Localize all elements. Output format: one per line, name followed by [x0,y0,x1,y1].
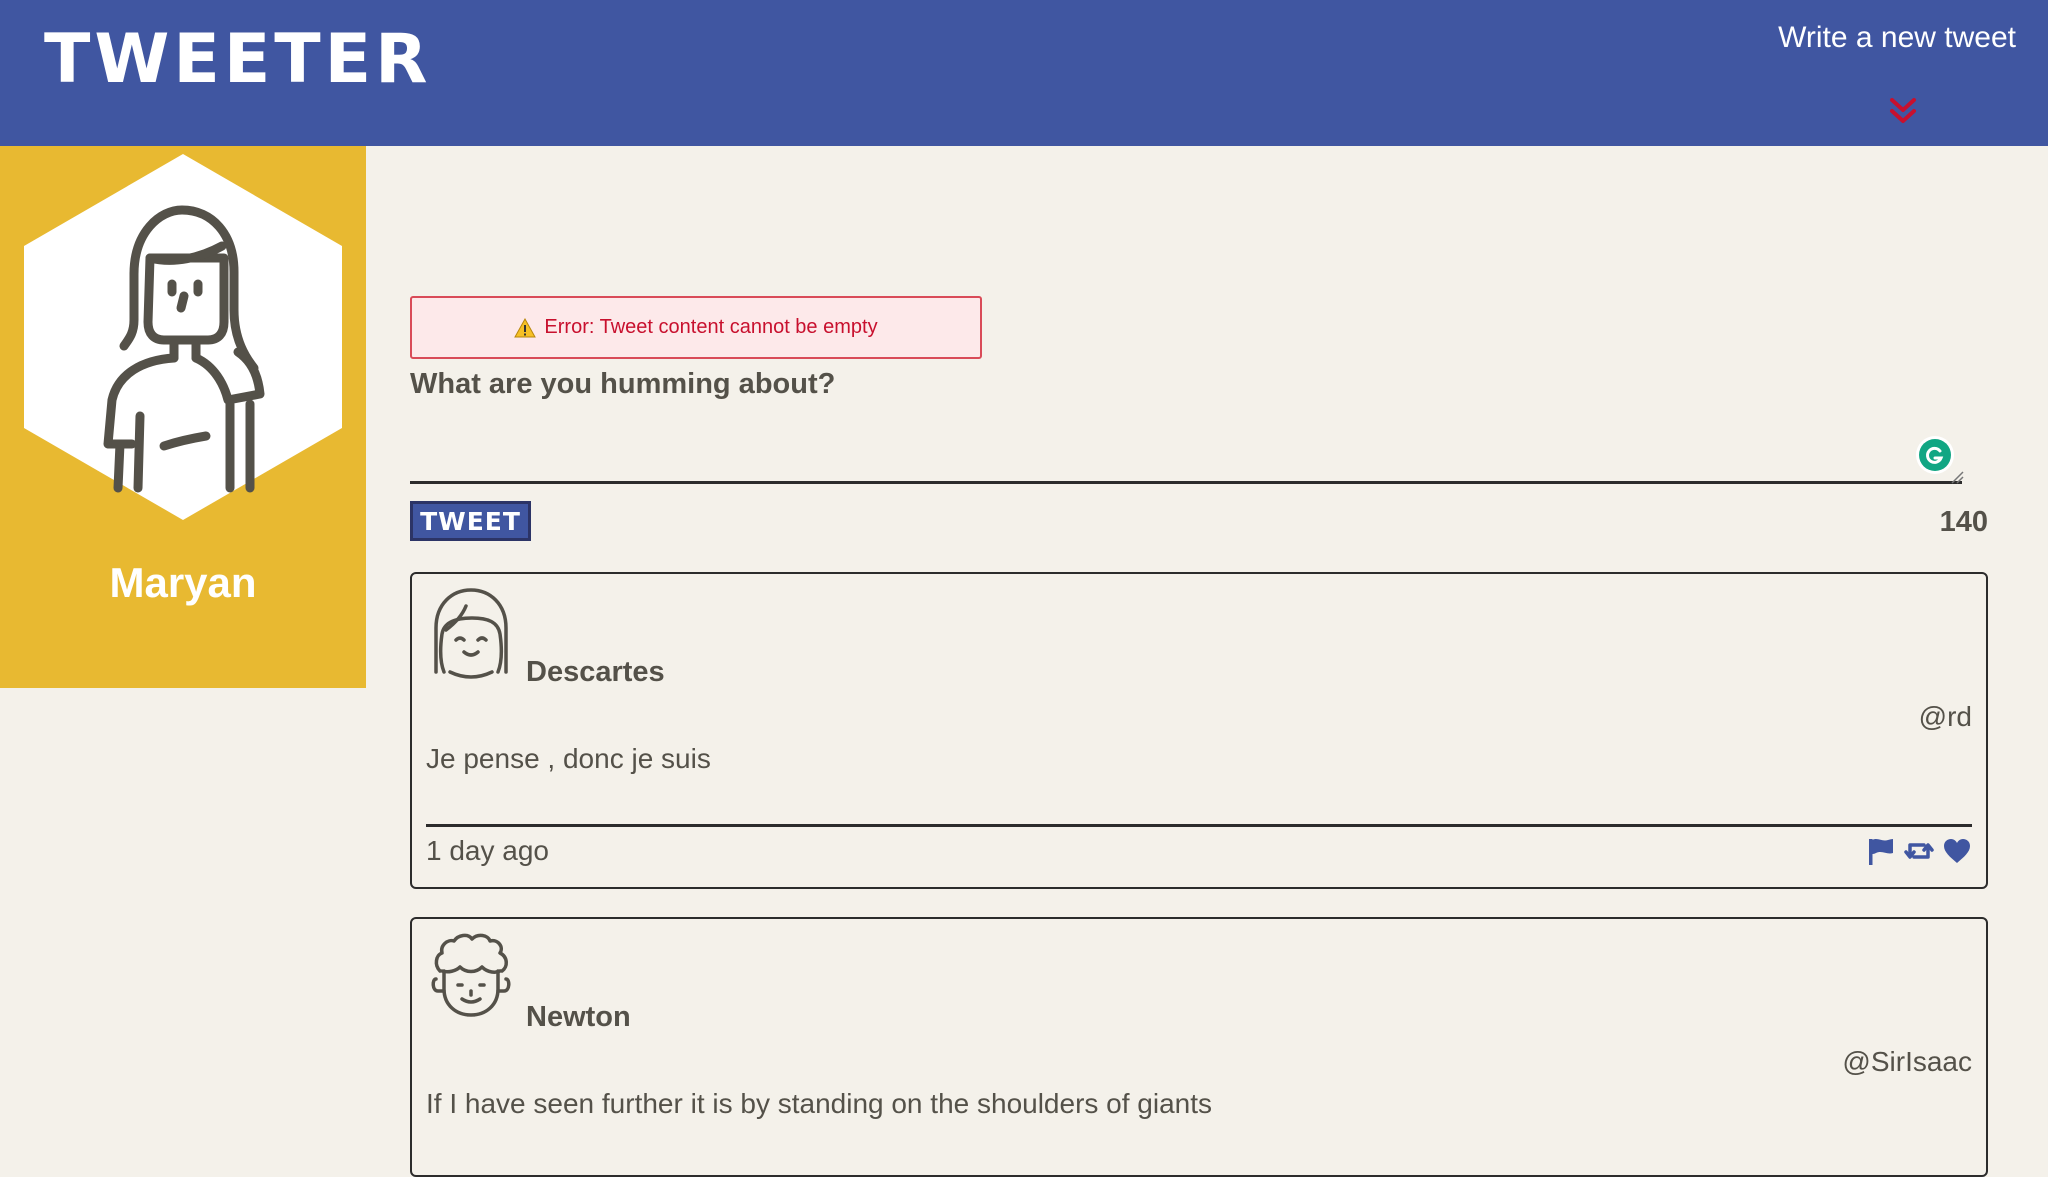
tweet-timestamp: 1 day ago [426,835,549,866]
tweet-content: If I have seen further it is by standing… [426,1088,1213,1119]
tweet-button[interactable]: TWEET [410,501,531,541]
woman-avatar-icon [24,154,342,520]
tweet-author-handle: @rd [1918,701,1972,732]
grammarly-icon[interactable] [1916,436,1954,474]
resize-handle[interactable] [1950,470,1964,484]
curly-hair-man-avatar-icon [431,933,511,1017]
error-text: Error: Tweet content cannot be empty [544,316,878,338]
double-chevron-down-icon[interactable] [1886,96,1920,126]
error-message: Error: Tweet content cannot be empty [410,296,982,359]
heart-icon[interactable] [1942,836,1972,866]
top-nav: TWEETER Write a new tweet [0,0,2048,146]
tweet-actions [1866,836,1972,866]
smiling-girl-avatar-icon [434,588,508,679]
tweet-author-name: Newton [526,1001,631,1033]
brand-logo[interactable]: TWEETER [44,24,432,96]
tweet-author-handle: @SirIsaac [1842,1046,1972,1077]
retweet-icon[interactable] [1904,836,1934,866]
tweet-input[interactable] [410,410,1962,484]
write-new-tweet-link[interactable]: Write a new tweet [1778,20,2016,56]
flag-icon[interactable] [1866,836,1896,866]
tweet-content: Je pense , donc je suis [426,743,711,774]
profile-name: Maryan [109,559,257,606]
tweet-card: Descartes @rd Je pense , donc je suis 1 … [410,572,1988,889]
composer-label: What are you humming about? [410,368,836,400]
character-counter: 140 [1939,506,1988,538]
warning-icon [514,317,537,337]
profile-card: Maryan [0,146,366,688]
tweet-card: Newton @SirIsaac If I have seen further … [410,917,1988,1177]
tweet-divider [426,824,1972,827]
tweet-author-name: Descartes [526,656,665,688]
